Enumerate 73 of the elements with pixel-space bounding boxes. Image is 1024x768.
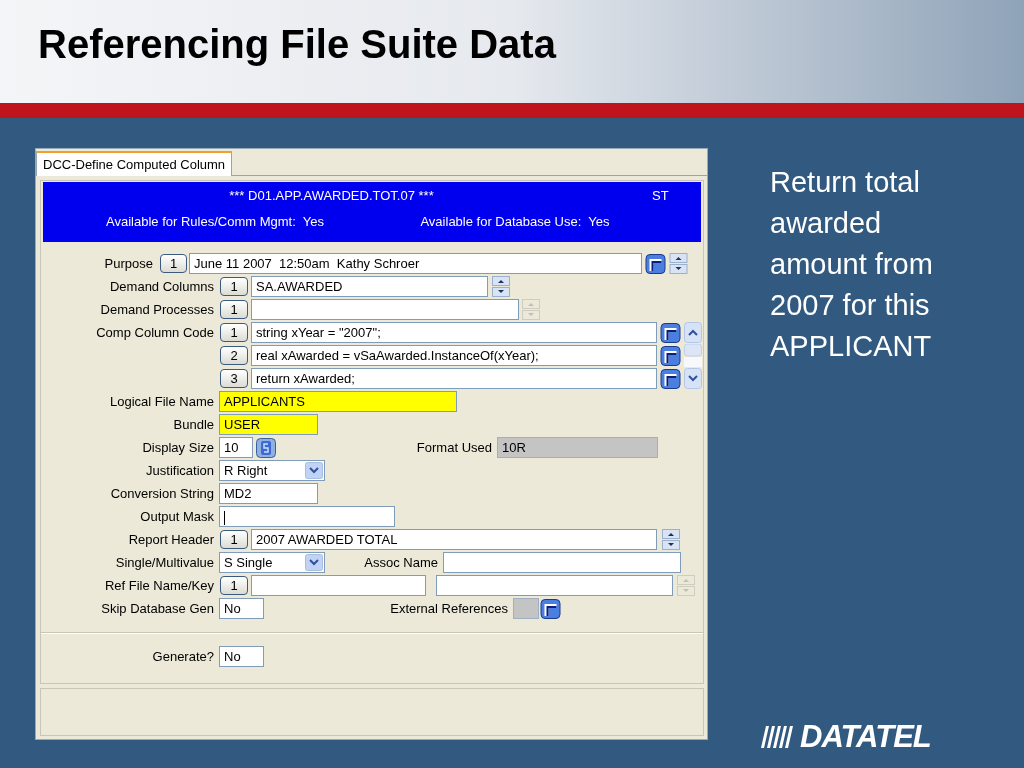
lookup-icon[interactable]	[540, 598, 561, 619]
field-label: Logical File Name	[108, 392, 214, 411]
field-label: Assoc Name	[363, 553, 438, 572]
input-field[interactable]: APPLICANTS	[219, 391, 457, 412]
input-field[interactable]: No	[219, 646, 264, 667]
value-index-button[interactable]: 1	[220, 277, 248, 296]
text-cursor	[224, 510, 225, 525]
field-label: Justification	[145, 461, 214, 480]
field-label: Ref File Name/Key	[103, 576, 214, 595]
input-field[interactable]: real xAwarded = vSaAwarded.InstanceOf(xYear);	[251, 345, 657, 366]
slash-marks-icon	[760, 723, 796, 750]
field-label: Bundle	[172, 415, 214, 434]
field-label: External References	[389, 599, 508, 618]
input-field[interactable]	[219, 506, 395, 527]
field-label: Format Used	[415, 438, 492, 457]
field-label: Demand Processes	[99, 300, 214, 319]
value-index-button[interactable]: 1	[160, 254, 187, 273]
dropdown-value: R Right	[224, 461, 268, 480]
input-field[interactable]: 10	[219, 437, 253, 458]
slide-note: Return total awarded amount from 2007 for this APPLICANT	[770, 165, 934, 364]
value-index-button[interactable]: 3	[220, 369, 248, 388]
database-availability: Available for Database Use: Yes	[419, 213, 611, 231]
scroll-down-icon[interactable]	[684, 368, 702, 389]
dropdown-value: S Single	[224, 553, 273, 572]
input-field[interactable]	[251, 575, 426, 596]
field-label: Comp Column Code	[95, 323, 214, 342]
field-label: Report Header	[127, 530, 214, 549]
input-field[interactable]: return xAwarded;	[251, 368, 657, 389]
value-index-button[interactable]: 2	[220, 346, 248, 365]
input-field[interactable]	[251, 299, 519, 320]
value-index-button[interactable]: 1	[220, 323, 248, 342]
field-label: Generate?	[151, 647, 214, 666]
input-field[interactable]: 2007 AWARDED TOTAL	[251, 529, 657, 550]
spinner-icon[interactable]	[662, 529, 680, 550]
record-code: ST	[652, 187, 669, 205]
spinner-icon[interactable]	[669, 253, 688, 274]
input-field[interactable]: SA.AWARDED	[251, 276, 488, 297]
window-tab[interactable]: DCC-Define Computed Column	[36, 151, 233, 176]
input-field[interactable]	[443, 552, 681, 573]
value-index-button[interactable]: 1	[220, 576, 248, 595]
scrollbar-thumb[interactable]	[684, 344, 702, 367]
input-field[interactable]: USER	[219, 414, 318, 435]
value-index-button[interactable]: 1	[220, 530, 248, 549]
input-field[interactable]: string xYear = "2007";	[251, 322, 657, 343]
field-label: Output Mask	[139, 507, 214, 526]
spinner-icon[interactable]	[492, 276, 510, 297]
dropdown-field[interactable]: S Single	[219, 552, 325, 573]
picker-icon[interactable]	[256, 437, 276, 458]
input-field[interactable]: No	[219, 598, 264, 619]
logo-text: DATATEL	[800, 721, 931, 752]
input-field[interactable]	[436, 575, 673, 596]
lookup-icon[interactable]	[660, 322, 681, 343]
field-label: Demand Columns	[108, 277, 214, 296]
input-field[interactable]: MD2	[219, 483, 318, 504]
lookup-icon[interactable]	[660, 368, 681, 389]
caret-icon[interactable]	[305, 462, 323, 479]
rules-availability: Available for Rules/Comm Mgmt: Yes	[105, 213, 325, 231]
record-title: *** D01.APP.AWARDED.TOT.07 ***	[228, 187, 435, 205]
readonly-field	[513, 598, 539, 619]
value-index-button[interactable]: 1	[220, 300, 248, 319]
readonly-field: 10R	[497, 437, 658, 458]
field-label: Conversion String	[109, 484, 214, 503]
slide-title: Referencing File Suite Data	[38, 22, 558, 66]
field-label: Single/Multivalue	[114, 553, 214, 572]
field-label: Display Size	[141, 438, 214, 457]
lookup-icon[interactable]	[660, 345, 681, 366]
input-field[interactable]: June 11 2007 12:50am Kathy Schroer	[189, 253, 642, 274]
dropdown-field[interactable]: R Right	[219, 460, 325, 481]
lookup-icon[interactable]	[645, 253, 666, 274]
caret-icon[interactable]	[305, 554, 323, 571]
scroll-up-icon[interactable]	[684, 322, 702, 343]
field-label: Skip Database Gen	[100, 599, 214, 618]
field-label: Purpose	[103, 254, 153, 273]
